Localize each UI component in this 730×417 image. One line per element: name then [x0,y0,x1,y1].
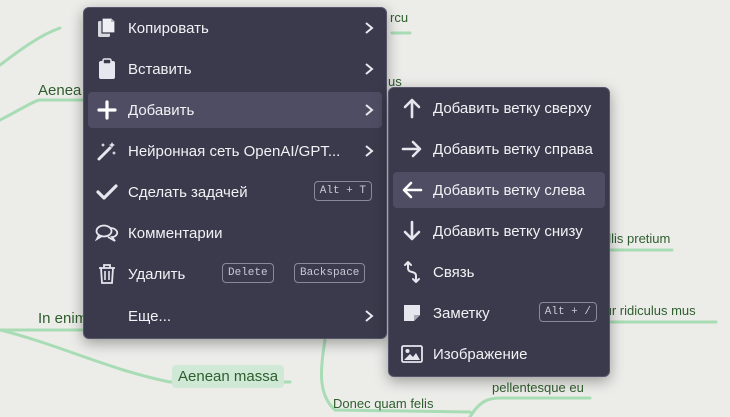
branch-line [0,98,97,122]
submenu-item-add-branch-left[interactable]: Добавить ветку слева [393,172,605,208]
node-label[interactable]: ollis pretium [601,231,670,246]
submenu-item-label: Добавить ветку справа [433,140,593,158]
menu-item-neural-network[interactable]: Нейронная сеть OpenAI/GPT... [88,133,382,169]
magic-wand-icon [94,138,120,164]
menu-item-add[interactable]: Добавить [88,92,382,128]
menu-item-paste[interactable]: Вставить [88,51,382,87]
chevron-right-icon [362,20,376,36]
submenu-item-label: Заметку [433,304,490,322]
arrow-down-icon [399,218,425,244]
link-arrows-icon [399,259,425,285]
arrow-right-icon [399,136,425,162]
node-label[interactable]: tur ridiculus mus [601,303,696,318]
submenu-item-label: Добавить ветку слева [433,181,586,199]
submenu-item-image[interactable]: Изображение [393,336,605,372]
submenu-item-add-branch-above[interactable]: Добавить ветку сверху [393,90,605,126]
menu-item-comments[interactable]: Комментарии [88,215,382,251]
menu-item-label: Добавить [128,101,195,119]
node-label[interactable]: rcu [390,10,408,25]
add-submenu: Добавить ветку сверху Добавить ветку спр… [388,87,610,377]
menu-item-label: Комментарии [128,224,223,242]
submenu-item-label: Добавить ветку снизу [433,222,583,240]
note-icon [399,300,425,326]
copy-icon [94,15,120,41]
arrow-left-icon [399,177,425,203]
image-icon [399,341,425,367]
paste-icon [94,56,120,82]
menu-item-label: Еще... [128,307,172,325]
node-label[interactable]: Aenea [38,82,81,99]
menu-item-copy[interactable]: Копировать [88,10,382,46]
menu-item-label: Сделать задачей [128,183,248,201]
menu-item-label: Нейронная сеть OpenAI/GPT... [128,142,341,160]
check-icon [94,179,120,205]
node-label[interactable]: pellentesque eu [492,380,584,395]
plus-icon [94,97,120,123]
menu-item-more[interactable]: Еще... [88,298,382,334]
submenu-item-add-branch-below[interactable]: Добавить ветку снизу [393,213,605,249]
menu-item-label: Удалить [128,265,186,283]
menu-item-delete[interactable]: Удалить Delete Backspace [88,256,382,292]
menu-item-label: Копировать [128,19,209,37]
shortcut-badge: Backspace [294,263,366,283]
submenu-item-label: Связь [433,263,475,281]
submenu-item-note[interactable]: Заметку Alt + / [393,295,605,331]
comments-icon [94,220,120,246]
submenu-item-add-branch-right[interactable]: Добавить ветку справа [393,131,605,167]
submenu-item-label: Изображение [433,345,528,363]
chevron-right-icon [362,143,376,159]
arrow-up-icon [399,95,425,121]
branch-line [0,26,62,67]
context-menu: Копировать Вставить Добавить Нейронная с… [83,7,387,339]
chevron-right-icon [362,61,376,77]
chevron-right-icon [362,102,376,118]
node-label[interactable]: In enim [38,310,87,327]
submenu-item-link[interactable]: Связь [393,254,605,290]
shortcut-badge: Alt + / [538,302,597,322]
trash-icon [94,261,120,287]
chevron-right-icon [362,308,376,324]
empty-icon-slot [94,303,120,329]
shortcut-badge: Alt + T [313,181,372,201]
menu-item-make-task[interactable]: Сделать задачей Alt + T [88,174,382,210]
shortcut-badge: Delete [222,263,274,283]
selected-node[interactable]: Aenean massa [172,365,285,388]
submenu-item-label: Добавить ветку сверху [433,99,592,117]
branch-line [468,396,592,417]
node-label[interactable]: Donec quam felis [333,396,433,411]
menu-item-label: Вставить [128,60,192,78]
